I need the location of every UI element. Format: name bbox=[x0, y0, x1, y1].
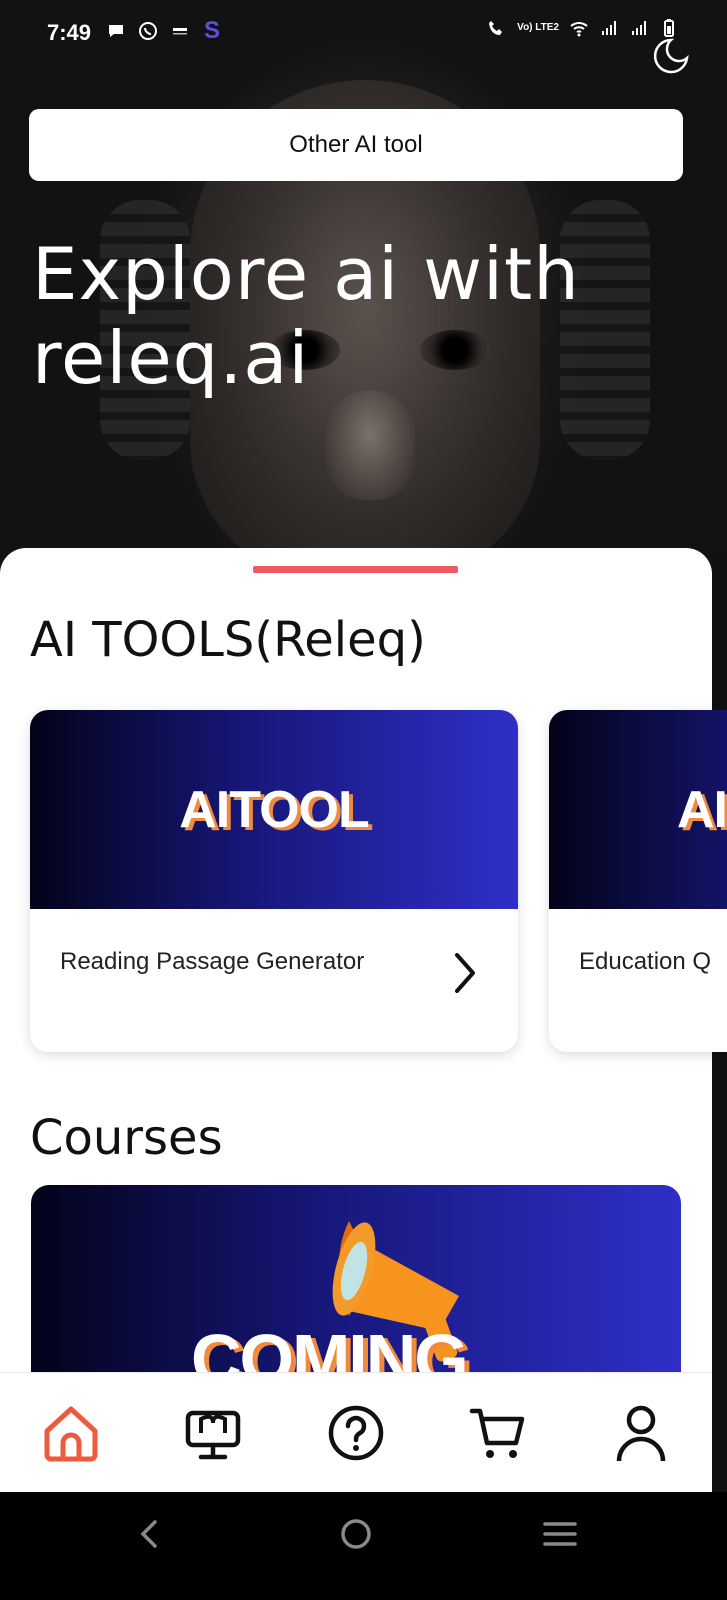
ai-tools-section-title: AI TOOLS(Releq) bbox=[30, 612, 426, 668]
courses-section-title: Courses bbox=[30, 1110, 223, 1166]
card-banner-text: AITOOL bbox=[677, 780, 727, 839]
ai-tool-card[interactable]: AITOOL Education Q bbox=[549, 710, 727, 1052]
chevron-right-icon[interactable] bbox=[450, 948, 480, 998]
home-button-icon[interactable] bbox=[336, 1514, 376, 1554]
whatsapp-icon bbox=[139, 22, 157, 40]
sheet-handle[interactable] bbox=[253, 566, 458, 573]
recent-apps-icon[interactable] bbox=[540, 1514, 580, 1554]
signal-icon-2 bbox=[632, 21, 646, 35]
profile-icon[interactable] bbox=[611, 1403, 671, 1463]
signal-icon-1 bbox=[602, 21, 616, 35]
status-bar: 7:49 S Vo) LTE2 bbox=[0, 0, 727, 74]
other-ai-tool-button[interactable]: Other AI tool bbox=[29, 109, 683, 181]
wifi-icon bbox=[570, 22, 588, 37]
card-banner-text: AITOOL bbox=[179, 780, 369, 839]
system-status-icons: Vo) LTE2 bbox=[487, 18, 679, 38]
card-banner: AITOOL bbox=[30, 710, 518, 909]
wifi-call-icon bbox=[489, 21, 503, 35]
status-time: 7:49 bbox=[47, 20, 92, 45]
back-icon[interactable] bbox=[130, 1514, 170, 1554]
s-app-icon: S bbox=[204, 17, 221, 44]
courses-icon[interactable] bbox=[183, 1403, 243, 1463]
card-label: Reading Passage Generator bbox=[60, 948, 365, 975]
card-banner: AITOOL bbox=[549, 710, 727, 909]
card-label: Education Q bbox=[579, 948, 712, 975]
home-icon[interactable] bbox=[41, 1403, 101, 1463]
hero-title: Explore ai with releq.ai bbox=[32, 232, 580, 400]
network-label: Vo) LTE2 bbox=[517, 22, 559, 33]
system-navigation-bar bbox=[0, 1492, 727, 1600]
bottom-navigation bbox=[0, 1372, 712, 1492]
cart-icon[interactable] bbox=[468, 1403, 528, 1463]
hero-image-nose bbox=[325, 390, 415, 500]
ai-tool-card[interactable]: AITOOL Reading Passage Generator bbox=[30, 710, 518, 1052]
paytm-icon bbox=[173, 28, 187, 35]
chat-icon bbox=[109, 25, 123, 37]
theme-toggle-icon[interactable] bbox=[653, 36, 693, 76]
battery-icon bbox=[664, 19, 674, 37]
app-screen: 7:49 S Vo) LTE2 Other AI tool Explore ai… bbox=[0, 0, 727, 1600]
notification-icons: S bbox=[106, 17, 221, 44]
help-icon[interactable] bbox=[326, 1403, 386, 1463]
